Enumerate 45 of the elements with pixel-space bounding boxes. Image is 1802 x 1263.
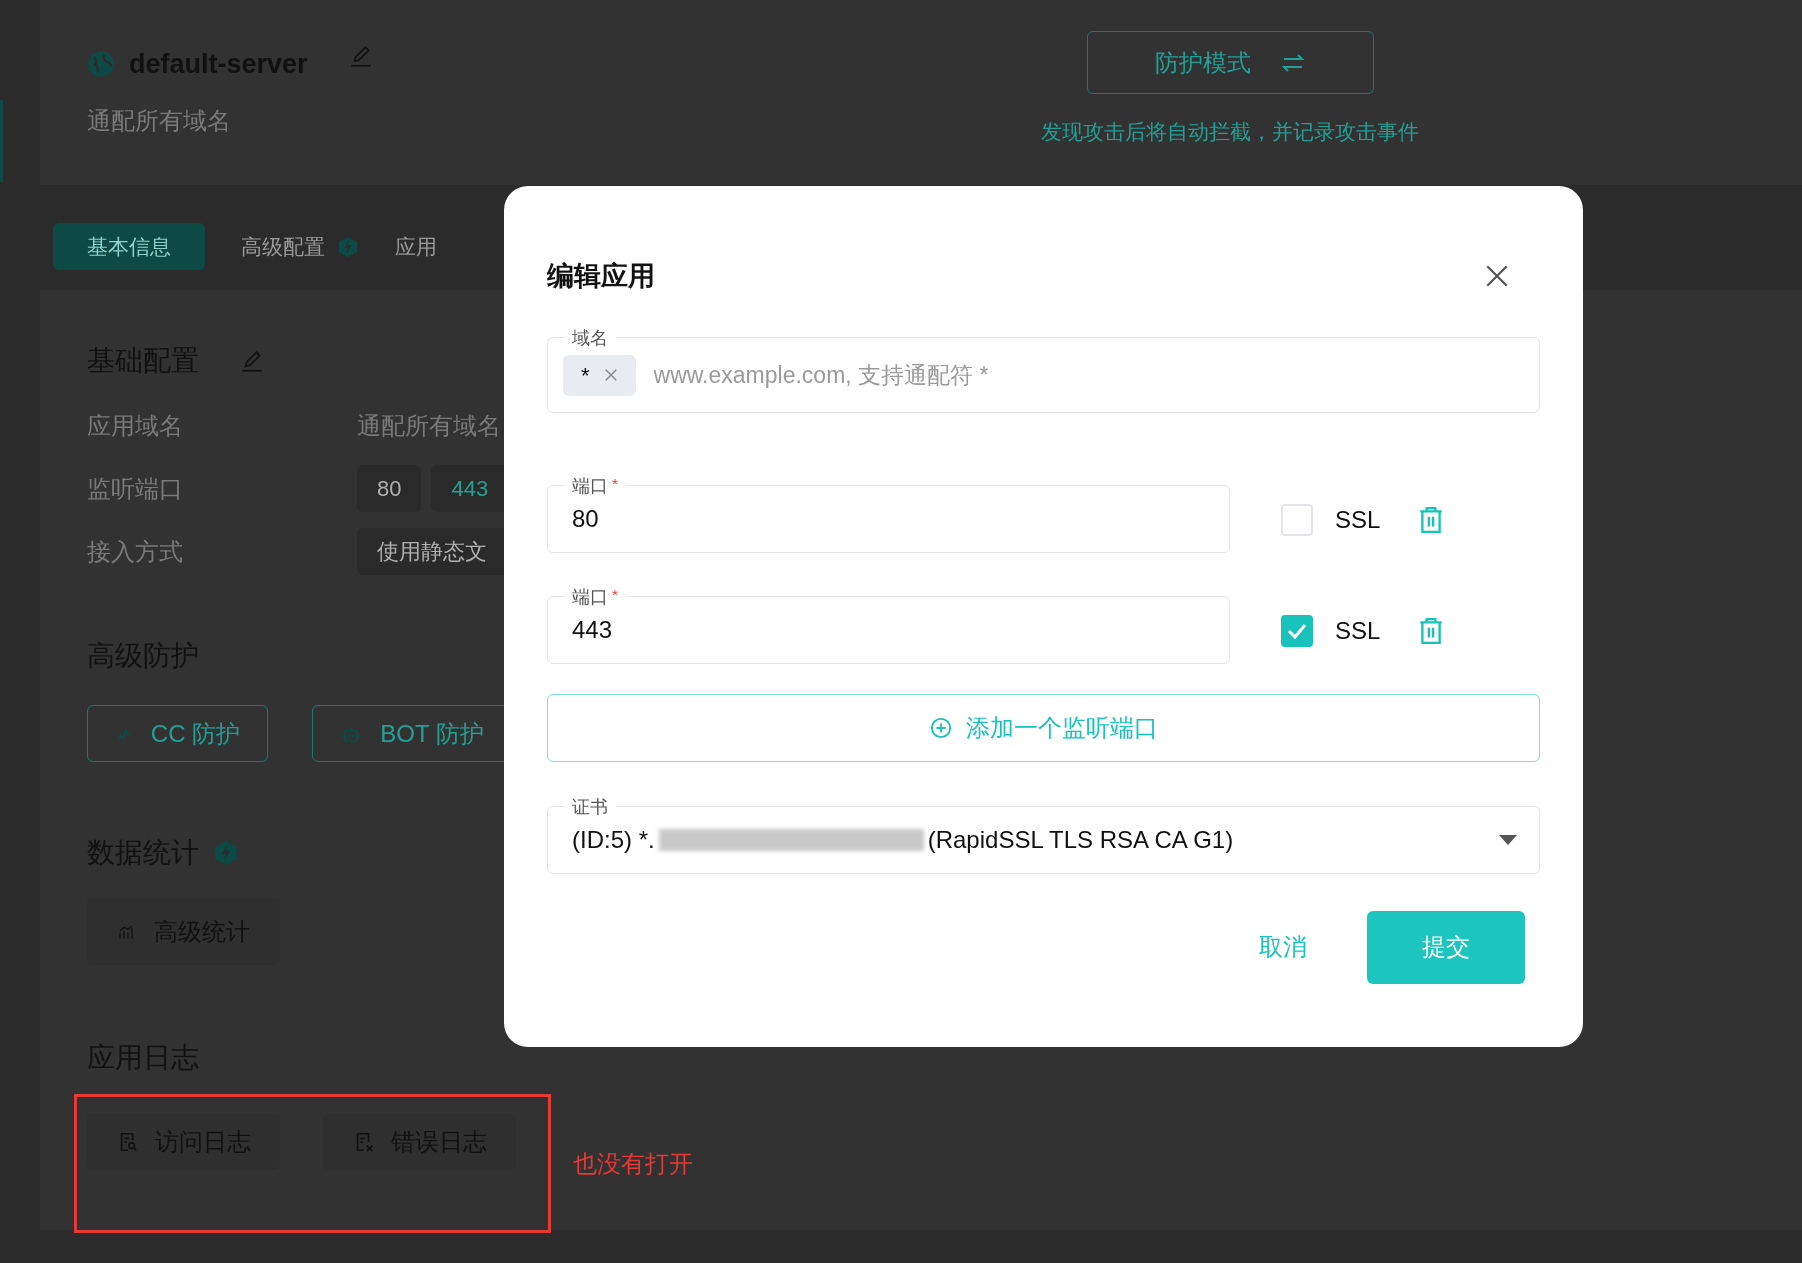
certificate-select[interactable]: 证书 (ID:5) *. (RapidSSL TLS RSA CA G1) [547, 795, 1540, 874]
domain-tag: * [563, 354, 636, 396]
protection-mode-button[interactable]: 防护模式 [1086, 31, 1374, 94]
field-label: 端口 [572, 585, 608, 608]
remove-icon[interactable] [603, 368, 618, 382]
ssl-checkbox[interactable] [1281, 614, 1313, 647]
domain-field[interactable]: 域名 * www.example.com, 支持通配符 * [547, 326, 1540, 413]
cancel-button[interactable]: 取消 [1259, 929, 1307, 965]
plus-circle-icon [929, 716, 952, 739]
delete-icon[interactable] [1418, 616, 1445, 645]
ssl-label: SSL [1335, 504, 1381, 535]
certificate-prefix: (ID:5) *. [572, 825, 655, 855]
domain-input[interactable]: www.example.com, 支持通配符 * [653, 357, 1539, 393]
field-label: 接入方式 [87, 536, 184, 567]
dropdown-caret-icon[interactable] [1499, 835, 1517, 845]
tab[interactable]: 应用 [395, 223, 437, 270]
value-chip: 使用静态文 [357, 528, 507, 575]
edit-icon[interactable] [239, 348, 265, 374]
value-chip: 80 [357, 465, 422, 512]
bar-chart-icon [117, 923, 134, 940]
field-label: 端口 [572, 474, 608, 497]
field-label: 应用域名 [87, 410, 184, 441]
port-field[interactable]: 端口 * 443 [547, 585, 1230, 664]
required-mark: * [612, 474, 618, 493]
field-value: 通配所有域名 [357, 410, 501, 441]
field-label: 证书 [572, 795, 608, 818]
protection-hint: 发现攻击后将自动拦截，并记录攻击事件 [1041, 119, 1419, 145]
pulse-icon [114, 724, 133, 743]
server-subtitle: 通配所有域名 [87, 105, 232, 136]
globe-icon [87, 50, 115, 79]
field-label: 域名 [572, 326, 608, 349]
field-label: 监听端口 [87, 473, 184, 504]
protection-button[interactable]: CC 防护 [87, 705, 268, 762]
tab[interactable]: 基本信息 [53, 223, 205, 270]
certificate-suffix: (RapidSSL TLS RSA CA G1) [927, 825, 1234, 855]
annotation-note: 也没有打开 [573, 1149, 693, 1179]
required-mark: * [612, 585, 618, 604]
ssl-label: SSL [1335, 615, 1381, 646]
submit-button[interactable]: 提交 [1367, 910, 1525, 984]
tab[interactable]: 高级配置 [241, 223, 359, 270]
add-port-button[interactable]: 添加一个监听端口 [547, 693, 1540, 762]
delete-icon[interactable] [1418, 505, 1445, 534]
dialog-title: 编辑应用 [547, 260, 655, 293]
ssl-checkbox[interactable] [1281, 503, 1313, 536]
port-field[interactable]: 端口 * 80 [547, 474, 1230, 553]
